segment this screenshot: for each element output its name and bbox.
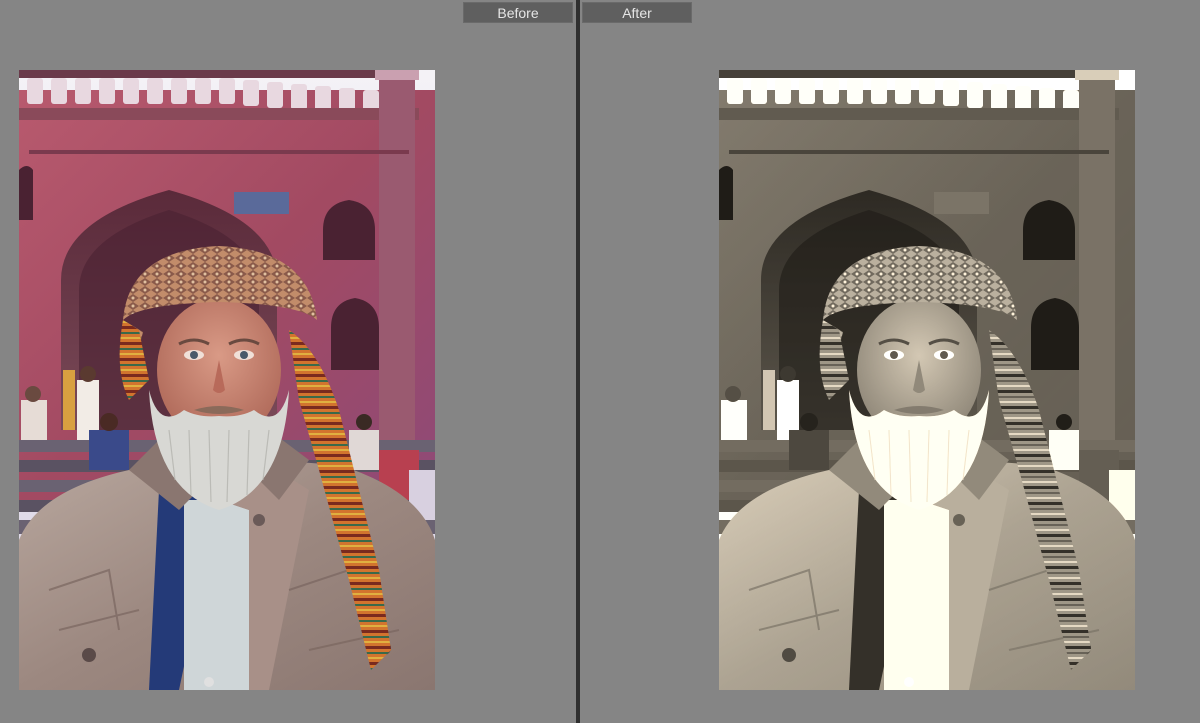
before-photo-image <box>19 70 435 690</box>
after-photo[interactable] <box>719 70 1135 690</box>
before-label: Before <box>463 2 573 23</box>
after-label: After <box>582 2 692 23</box>
after-photo-image <box>719 70 1135 690</box>
before-photo[interactable] <box>19 70 435 690</box>
before-after-compare-view: Before After <box>0 0 1200 723</box>
after-pane[interactable]: After <box>580 0 1200 723</box>
before-pane[interactable]: Before <box>0 0 576 723</box>
